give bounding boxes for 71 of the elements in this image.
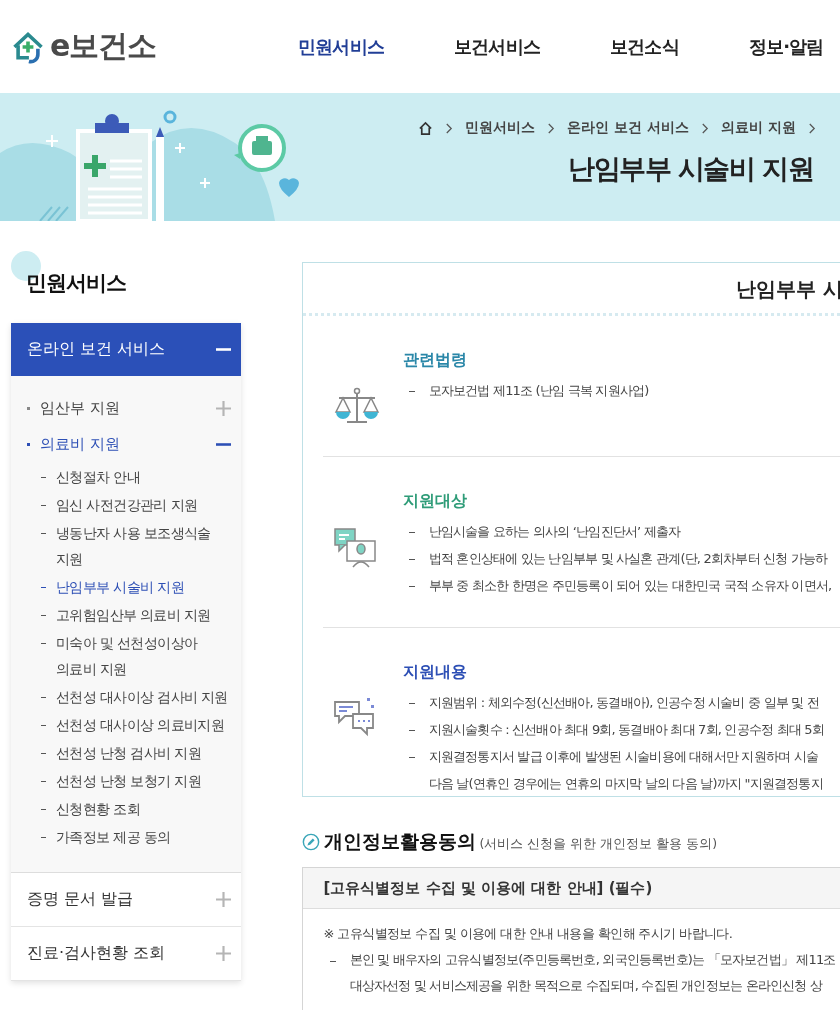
dash-icon [41,505,46,506]
nav-item[interactable]: 정보·알림 [748,34,824,59]
dash-icon [408,391,415,392]
submenu-link[interactable]: 가족정보 제공 동의 [27,824,231,850]
page-title: 난임부부 시술비 지원 [568,152,815,186]
dash-icon [41,643,46,644]
submenu-link[interactable]: 미숙아 및 선천성이상아 의료비 지원 [27,630,231,682]
submenu-link[interactable]: 냉동난자 사용 보조생식술 지원 [27,520,231,572]
bullet-text: 지원시술횟수 : 신선배아 최대 9회, 동결배아 최대 7회, 인공수정 최대 5회 [428,721,824,739]
breadcrumb-link[interactable]: 민원서비스 [465,119,535,137]
dash-icon [408,586,415,587]
bullet-text: 법적 혼인상태에 있는 난임부부 및 사실혼 관계(단, 2회차부터 신청 가능하 [428,550,828,568]
submenu-item[interactable]: 의료비 지원 [27,426,231,462]
pencil-circle-icon [301,833,320,851]
bullet-text: 다음 날(연휴인 경우에는 연휴의 마지막 날의 다음 날)까지 "지원결정통지 [428,775,823,793]
dash-icon [329,961,336,962]
site-logo[interactable]: e보건소 [50,26,157,67]
section-title: 지원대상 [402,491,468,512]
menu-item[interactable]: 증명 문서 발급 [11,873,241,927]
nav-item[interactable]: 보건소식 [610,34,679,59]
bullet-text: 지원결정통지서 발급 이후에 발생된 시술비용에 대해서만 지원하며 시술 [428,748,819,766]
submenu-link[interactable]: 선천성 대사이상 의료비지원 [27,712,231,738]
dash-icon [41,809,46,810]
dash-icon [408,559,415,560]
dash-icon [41,753,46,754]
submenu-link[interactable]: 신청절차 안내 [27,464,231,490]
bullet-text: 본인 및 배우자의 고유식별정보(주민등록번호, 외국인등록번호)는 「모자보건법」 제11조 [349,951,836,969]
nav-item[interactable]: 민원서비스 [298,34,384,59]
dash-icon [41,837,46,838]
submenu-link[interactable]: 선천성 난청 보청기 지원 [27,768,231,794]
home-icon[interactable] [418,120,433,136]
dash-icon [408,757,415,758]
bullet-text: 대상자선정 및 서비스제공을 위한 목적으로 수집되며, 수집된 개인정보는 온라인신청 상 [349,977,824,995]
bullet-text: 부부 중 최소한 한명은 주민등록이 되어 있는 대한민국 국적 소유자 이면서, [428,577,832,595]
chevron-right-icon [700,122,709,134]
notice-text: ※ 고유식별정보 수집 및 이용에 대한 안내 내용을 확인해 주시기 바랍니다. [323,925,734,943]
card-title: 난임부부 시 [302,263,840,316]
section-title: 지원내용 [402,662,468,683]
dash-icon [408,532,415,533]
submenu-link[interactable]: 선천성 난청 검사비 지원 [27,740,231,766]
bullet-text: 난임시술을 요하는 의사의 ‘난임진단서’ 제출자 [428,523,681,541]
breadcrumb-link[interactable]: 의료비 지원 [720,119,796,137]
menu-item[interactable]: 온라인 보건 서비스 [11,323,241,376]
submenu-item[interactable]: 임산부 지원 [27,390,231,426]
section-subtitle: (서비스 신청을 위한 개인정보 활용 동의) [479,836,718,853]
menu-item[interactable]: 진료·검사현황 조회 [11,927,241,981]
dash-icon [41,615,46,616]
breadcrumb-link[interactable]: 온라인 보건 서비스 [567,119,689,137]
dash-icon [41,587,46,588]
dash-icon [41,477,46,478]
chevron-right-icon [807,122,816,134]
dash-icon [41,781,46,782]
dash-icon [41,697,46,698]
submenu-link[interactable]: 임신 사전건강관리 지원 [27,492,231,518]
dash-icon [408,730,415,731]
submenu-link[interactable]: 고위험임산부 의료비 지원 [27,602,231,628]
dash-icon [41,725,46,726]
submenu-link[interactable]: 선천성 대사이상 검사비 지원 [27,684,231,710]
submenu-link[interactable]: 난임부부 시술비 지원 [27,574,231,600]
chevron-right-icon [445,122,453,134]
sidebar-title: 민원서비스 [26,270,126,297]
section-title: 관련법령 [402,350,468,371]
chevron-right-icon [547,122,555,134]
nav-item[interactable]: 보건서비스 [454,34,541,59]
consent-box-title: [고유식별정보 수집 및 이용에 대한 안내] (필수) [302,868,840,909]
bullet-text: 모자보건법 제11조 (난임 극복 지원사업) [428,382,649,400]
submenu-link[interactable]: 신청현황 조회 [27,796,231,822]
dash-icon [408,703,415,704]
bullet-text: 지원범위 : 체외수정(신선배아, 동결배아), 인공수정 시술비 중 일부 및 전 [428,694,819,712]
section-heading: 개인정보활용동의 [323,829,476,854]
dash-icon [41,533,46,534]
